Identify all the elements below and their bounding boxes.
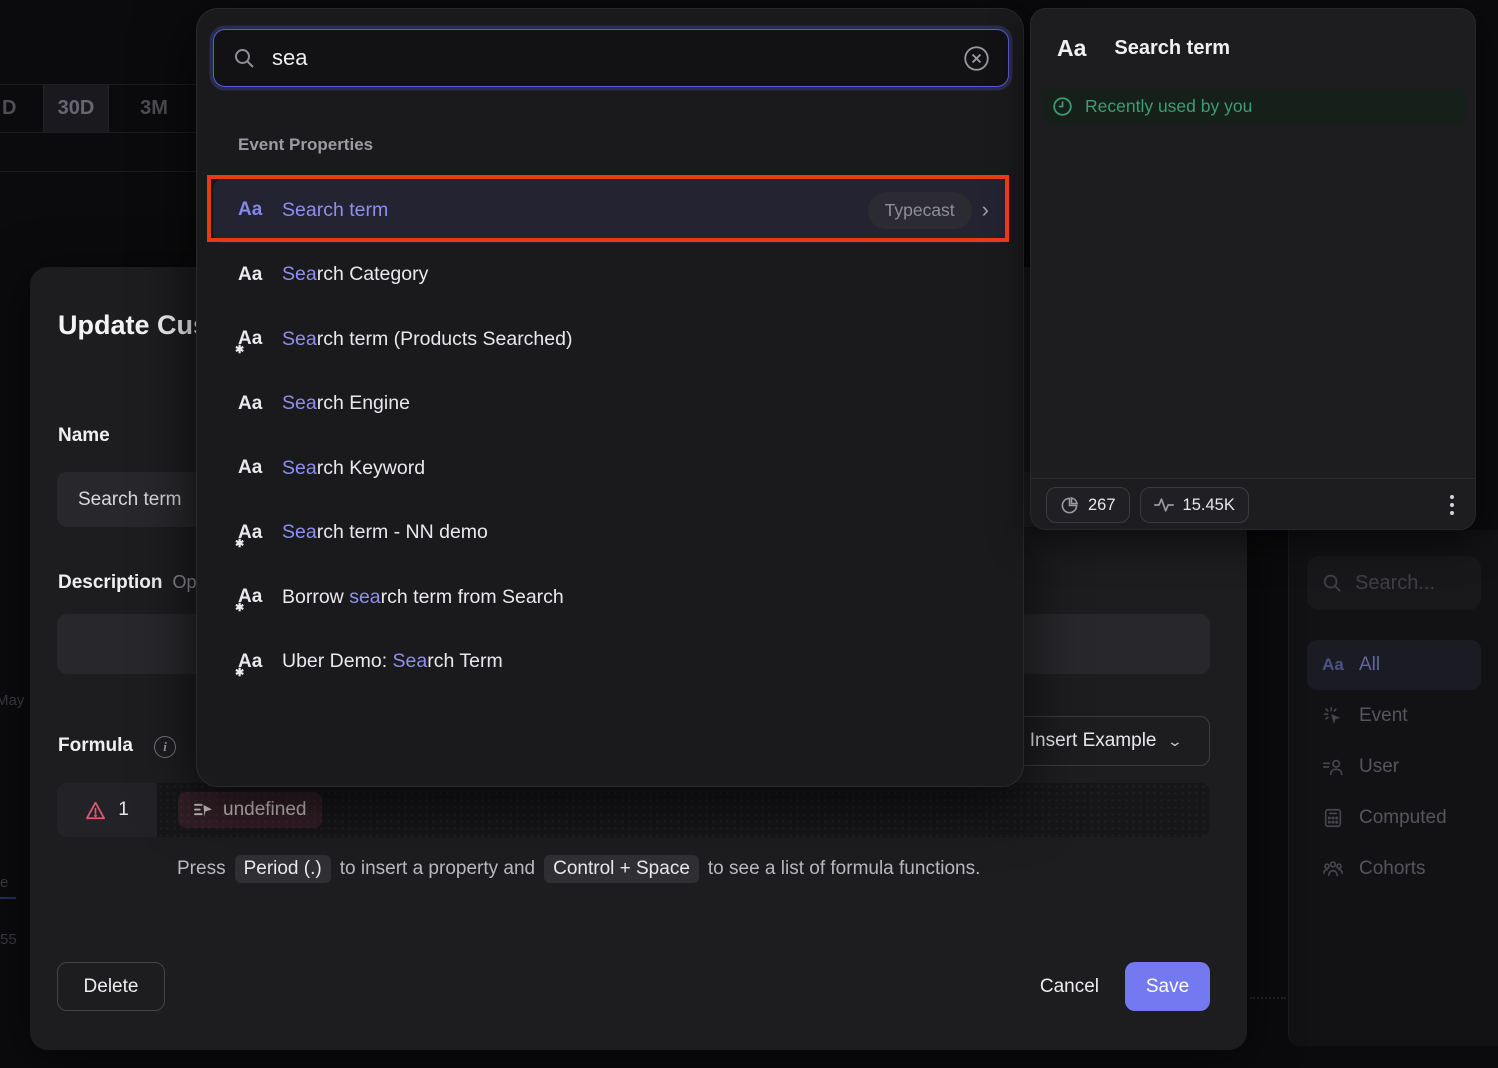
custom-property-star-icon: ✱ [235, 343, 244, 356]
name-label: Name [58, 425, 110, 447]
property-row[interactable]: Aa✱ Search term - NN demo [213, 501, 1009, 566]
custom-property-star-icon: ✱ [235, 537, 244, 550]
sidebar-item-event[interactable]: Event [1307, 691, 1481, 741]
computed-icon [1321, 807, 1345, 829]
sidebar-item-all[interactable]: Aa All [1307, 640, 1481, 690]
text-property-icon: Aa [238, 393, 268, 415]
formula-label: Formula i [58, 735, 133, 757]
chart-axis-month-label: May [0, 692, 24, 709]
sidebar-item-cohorts[interactable]: Cohorts [1307, 844, 1481, 894]
property-search-field[interactable] [213, 29, 1009, 87]
chevron-right-icon: › [982, 199, 989, 221]
text-property-icon: Aa✱ [238, 522, 268, 544]
property-row[interactable]: Aa✱ Uber Demo: Search Term [213, 630, 1009, 695]
warning-count: 1 [118, 799, 129, 821]
time-range-d[interactable]: D [0, 85, 22, 132]
typecast-button[interactable]: Typecast [868, 192, 972, 229]
property-search-popover: Event Properties AaSearch termTypecast›A… [196, 8, 1024, 787]
save-button[interactable]: Save [1125, 962, 1210, 1011]
property-type-sidebar: Search... Aa All Event User Computed Cohorts [1288, 530, 1498, 1046]
stat-pill[interactable]: 267 [1046, 487, 1130, 523]
property-label: Borrow search term from Search [282, 586, 564, 609]
property-row[interactable]: Aa Search Category [213, 243, 1009, 308]
delete-button[interactable]: Delete [57, 962, 165, 1011]
text-property-icon: Aa [238, 264, 268, 286]
info-icon[interactable]: i [154, 736, 176, 758]
formula-input[interactable]: undefined [157, 783, 1210, 837]
sidebar-item-computed[interactable]: Computed [1307, 793, 1481, 843]
search-icon [1321, 572, 1343, 594]
sidebar-search-placeholder: Search... [1355, 572, 1435, 595]
property-row[interactable]: Aa✱ Borrow search term from Search [213, 565, 1009, 630]
property-label: Search term - NN demo [282, 521, 488, 544]
text-property-icon: Aa✱ [238, 328, 268, 350]
formula-hint: Press Period (.) to insert a property an… [177, 855, 980, 883]
insert-example-button[interactable]: Insert Example ⌄ [1000, 716, 1210, 766]
formula-editor[interactable]: 1 undefined [57, 783, 1210, 837]
kbd-period: Period (.) [235, 855, 331, 883]
property-row[interactable]: Aa Search Keyword [213, 436, 1009, 501]
text-property-icon: Aa✱ [238, 586, 268, 608]
chart-line-fragment [0, 897, 16, 899]
sidebar-item-label: User [1359, 756, 1399, 778]
property-row[interactable]: Aa Search term Typecast › [213, 178, 1009, 243]
dotted-divider [1250, 997, 1286, 999]
search-input[interactable] [272, 45, 947, 71]
chart-axis-value: 55 [0, 931, 17, 948]
undefined-token[interactable]: undefined [178, 792, 322, 828]
warning-icon [85, 801, 106, 820]
activity-icon [1154, 497, 1174, 513]
property-label: Search Engine [282, 392, 410, 415]
kebab-menu-icon[interactable] [1444, 489, 1460, 521]
text-property-icon: Aa [238, 457, 268, 479]
search-icon [232, 46, 256, 70]
event-icon [1321, 705, 1345, 727]
property-list: AaSearch termTypecast›AaSearch CategoryA… [213, 178, 1009, 694]
stat-pill[interactable]: 15.45K [1140, 487, 1249, 523]
recently-used-badge: Recently used by you [1042, 89, 1466, 124]
sidebar-item-label: Computed [1359, 807, 1447, 829]
formula-warning-gutter: 1 [57, 783, 157, 837]
section-header: Event Properties [238, 135, 373, 155]
property-detail-panel: Aa Search term Recently used by you 267 1… [1030, 8, 1476, 530]
property-label: Search term (Products Searched) [282, 328, 572, 351]
property-row[interactable]: Aa Search Engine [213, 372, 1009, 437]
chevron-down-icon: ⌄ [1166, 733, 1182, 750]
time-range-30d[interactable]: 30D [43, 85, 109, 132]
cohorts-icon [1321, 858, 1345, 880]
aa-icon: Aa [1321, 655, 1345, 675]
property-label: Search Keyword [282, 457, 425, 480]
detail-title: Search term [1114, 37, 1230, 60]
kbd-control-space: Control + Space [544, 855, 699, 883]
property-label: Search term [282, 199, 388, 222]
property-label: Search Category [282, 263, 428, 286]
property-label: Uber Demo: Search Term [282, 650, 503, 673]
sidebar-item-label: All [1359, 654, 1380, 676]
sidebar-search-input[interactable]: Search... [1307, 556, 1481, 610]
sidebar-item-user[interactable]: User [1307, 742, 1481, 792]
property-type-icon: Aa [1057, 35, 1086, 62]
function-token-icon [194, 802, 213, 818]
clock-icon [1052, 96, 1073, 117]
chart-divider [0, 171, 196, 172]
time-range-selector: D 30D 3M [0, 84, 196, 133]
detail-footer: 267 15.45K [1031, 478, 1475, 531]
custom-property-star-icon: ✱ [235, 601, 244, 614]
stat-value: 15.45K [1183, 496, 1235, 515]
time-range-3m[interactable]: 3M [127, 85, 181, 132]
stat-value: 267 [1088, 496, 1116, 515]
property-row[interactable]: Aa✱ Search term (Products Searched) [213, 307, 1009, 372]
cancel-button[interactable]: Cancel [1014, 962, 1125, 1011]
sidebar-item-label: Cohorts [1359, 858, 1426, 880]
user-icon [1321, 756, 1345, 778]
sidebar-item-label: Event [1359, 705, 1408, 727]
clear-icon[interactable] [963, 45, 990, 72]
custom-property-star-icon: ✱ [235, 666, 244, 679]
text-property-icon: Aa✱ [238, 651, 268, 673]
chart-legend-fragment: e [0, 874, 8, 891]
text-property-icon: Aa [238, 199, 268, 221]
pie-chart-icon [1060, 496, 1079, 515]
